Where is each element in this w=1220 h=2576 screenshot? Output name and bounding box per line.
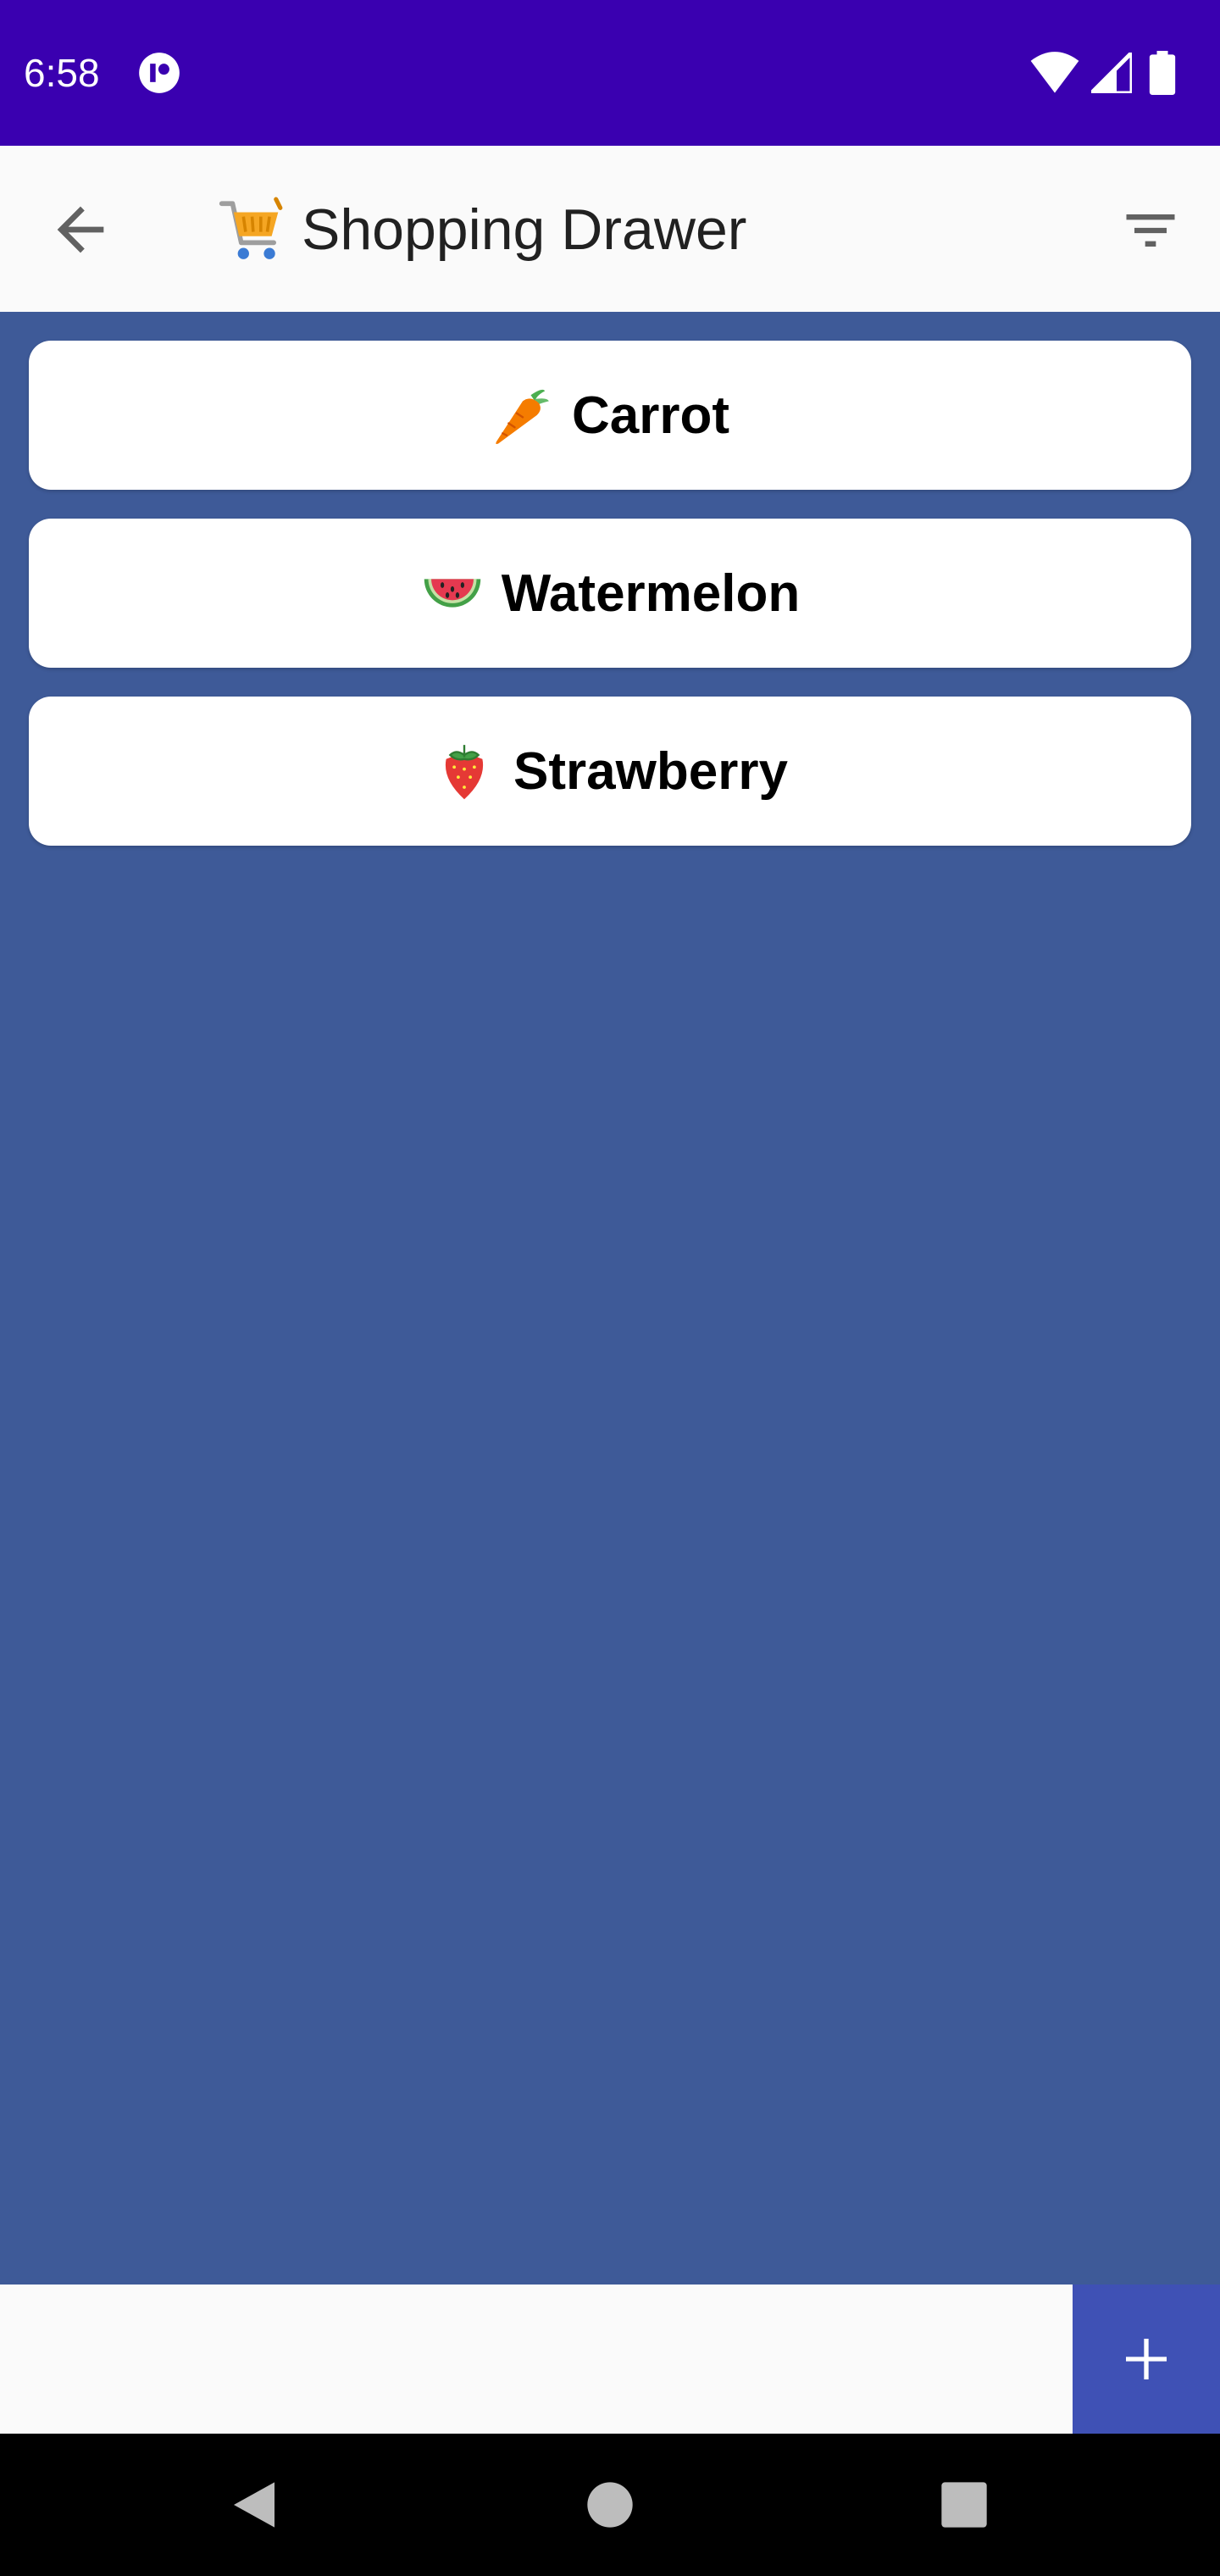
plus-icon (1126, 2339, 1167, 2379)
status-time: 6:58 (24, 51, 100, 95)
list-item[interactable]: Strawberry (29, 697, 1191, 846)
battery-icon (1149, 51, 1176, 95)
nav-home-icon[interactable] (583, 2478, 637, 2532)
app-notification-icon (139, 53, 180, 93)
item-label: Carrot (571, 386, 730, 445)
title-group: Shopping Drawer (215, 193, 746, 266)
list-item[interactable]: Carrot (29, 341, 1191, 490)
wifi-icon (1030, 52, 1079, 93)
nav-recents-icon[interactable] (937, 2478, 991, 2532)
nav-back-icon[interactable] (227, 2478, 281, 2532)
watermelon-icon (424, 579, 480, 608)
status-bar: 6:58 (0, 0, 1220, 146)
strawberry-icon (445, 745, 484, 800)
arrow-left-icon[interactable] (46, 195, 115, 264)
item-list: Carrot Watermelon Strawberry (29, 341, 1191, 874)
app-bar: Shopping Drawer (0, 146, 1220, 312)
new-item-input[interactable] (0, 2285, 1073, 2434)
status-icons (1030, 51, 1200, 95)
page-title: Shopping Drawer (302, 197, 747, 262)
carrot-icon (496, 389, 549, 445)
item-label: Strawberry (513, 741, 788, 801)
signal-icon (1091, 53, 1132, 93)
add-item-button[interactable] (1073, 2285, 1220, 2434)
system-nav-bar (0, 2434, 1220, 2576)
item-label: Watermelon (501, 564, 801, 623)
filter-icon[interactable] (1118, 198, 1183, 263)
shopping-cart-icon (219, 197, 283, 259)
list-item[interactable]: Watermelon (29, 519, 1191, 668)
